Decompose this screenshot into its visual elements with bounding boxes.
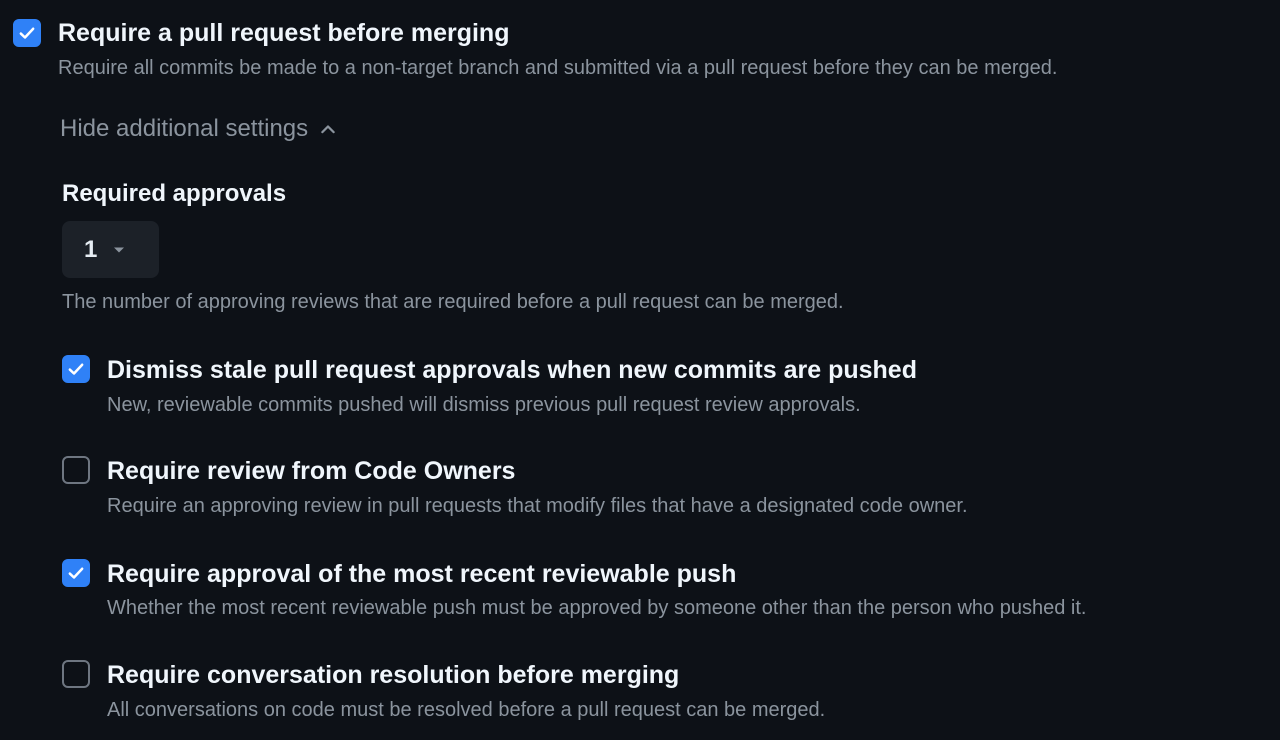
require-pull-request-title[interactable]: Require a pull request before merging [58,18,509,48]
require-recent-push-approval-checkbox[interactable] [62,559,90,587]
branch-protection-settings: Require a pull request before merging Re… [0,0,1280,740]
dismiss-stale-approvals-title[interactable]: Dismiss stale pull request approvals whe… [107,355,917,385]
hide-additional-settings-button[interactable]: Hide additional settings [60,114,338,144]
require-recent-push-approval-title[interactable]: Require approval of the most recent revi… [107,559,736,589]
require-conversation-resolution-checkbox[interactable] [62,660,90,688]
hide-additional-settings-label: Hide additional settings [60,115,309,142]
require-conversation-resolution-title[interactable]: Require conversation resolution before m… [107,660,679,690]
require-recent-push-approval-description: Whether the most recent reviewable push … [107,597,1087,619]
require-code-owners-review-checkbox[interactable] [62,456,90,484]
checkmark-icon [19,27,35,39]
require-pull-request-description: Require all commits be made to a non-tar… [58,57,1058,79]
dismiss-stale-approvals-checkbox[interactable] [62,355,90,383]
require-conversation-resolution-description: All conversations on code must be resolv… [107,699,826,721]
chevron-up-icon [321,125,335,134]
required-approvals-help-text: The number of approving reviews that are… [62,291,844,313]
require-code-owners-review-title[interactable]: Require review from Code Owners [107,456,515,486]
checkmark-icon [68,567,84,579]
checkmark-icon [68,363,84,375]
required-approvals-label: Required approvals [62,180,287,207]
dismiss-stale-approvals-description: New, reviewable commits pushed will dism… [107,394,861,416]
require-pull-request-checkbox[interactable] [13,19,41,47]
caret-down-icon [114,247,125,252]
required-approvals-select[interactable]: 1 [62,221,159,278]
required-approvals-value: 1 [84,235,98,263]
require-code-owners-review-description: Require an approving review in pull requ… [107,495,968,517]
